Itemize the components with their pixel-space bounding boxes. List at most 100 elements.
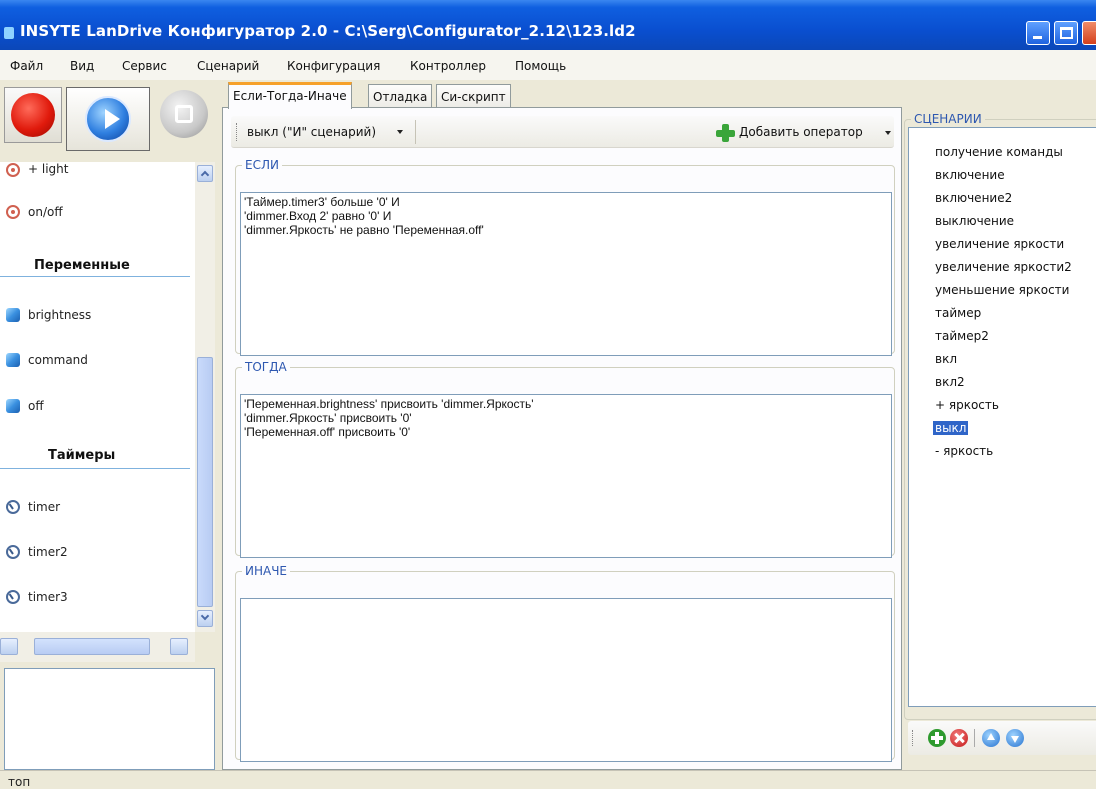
variable-item-brightness[interactable]: brightness xyxy=(28,308,91,322)
then-section: ТОГДА 'Переменная.brightness' присвоить … xyxy=(235,360,895,558)
menu-configuration[interactable]: Конфигурация xyxy=(287,59,380,73)
device-item-onoff[interactable]: on/off xyxy=(28,205,63,219)
scroll-down-button[interactable] xyxy=(197,610,213,627)
scenario-toolbar xyxy=(908,721,1096,755)
plus-icon xyxy=(715,124,735,142)
rule-editor: выкл ("И" сценарий) Добавить оператор ЕС… xyxy=(222,107,902,770)
menu-service[interactable]: Сервис xyxy=(122,59,167,73)
antenna-icon xyxy=(6,163,20,177)
scenario-item[interactable]: увеличение яркости2 xyxy=(909,257,1096,276)
if-condition-line[interactable]: 'dimmer.Вход 2' равно '0' И xyxy=(244,209,888,223)
variables-header: Переменные xyxy=(34,258,130,273)
menu-bar: Файл Вид Сервис Сценарий Конфигурация Ко… xyxy=(0,50,1096,80)
antenna-icon xyxy=(6,205,20,219)
stop-button[interactable] xyxy=(160,90,208,138)
timer-item-timer[interactable]: timer xyxy=(28,500,60,514)
scenario-item[interactable]: таймер xyxy=(909,303,1096,322)
device-item-light[interactable]: + light xyxy=(28,162,68,176)
scenario-item[interactable]: выключение xyxy=(909,211,1096,230)
timer-item-timer2[interactable]: timer2 xyxy=(28,545,68,559)
app-logo-icon xyxy=(4,27,14,39)
timer-icon xyxy=(6,500,20,514)
then-action-line[interactable]: 'Переменная.off' присвоить '0' xyxy=(244,425,888,439)
scenario-mode-dropdown[interactable]: выкл ("И" сценарий) xyxy=(247,125,376,139)
scenario-item[interactable]: + яркость xyxy=(909,395,1096,414)
toolbar-grip xyxy=(912,730,914,746)
variable-item-off[interactable]: off xyxy=(28,399,44,413)
window-title: INSYTE LanDrive Конфигуратор 2.0 - C:\Se… xyxy=(20,22,636,40)
variable-icon xyxy=(6,308,20,322)
then-actions-box[interactable]: 'Переменная.brightness' присвоить 'dimme… xyxy=(240,394,892,558)
variable-item-command[interactable]: command xyxy=(28,353,88,367)
delete-scenario-icon[interactable] xyxy=(950,729,968,747)
title-bar: INSYTE LanDrive Конфигуратор 2.0 - C:\Se… xyxy=(0,0,1096,50)
else-section: ИНАЧЕ xyxy=(235,564,895,762)
tab-c-script[interactable]: Си-скрипт xyxy=(436,84,511,108)
chevron-down-icon xyxy=(200,611,210,621)
maximize-button[interactable] xyxy=(1054,21,1078,45)
scenario-item[interactable]: включение xyxy=(909,165,1096,184)
play-button[interactable] xyxy=(66,87,150,151)
toolbar-separator xyxy=(415,120,416,144)
if-condition-line[interactable]: 'dimmer.Яркость' не равно 'Переменная.of… xyxy=(244,223,888,237)
status-bar: топ xyxy=(0,770,1096,789)
scroll-thumb[interactable] xyxy=(197,357,213,607)
scenarios-panel: СЦЕНАРИИ получение команды включение вкл… xyxy=(902,107,1096,770)
scroll-up-button[interactable] xyxy=(197,165,213,182)
scroll-right-button[interactable] xyxy=(170,638,188,655)
scenario-item[interactable]: - яркость xyxy=(909,441,1096,460)
scroll-thumb[interactable] xyxy=(34,638,150,655)
scenario-item[interactable]: увеличение яркости xyxy=(909,234,1096,253)
if-conditions-box[interactable]: 'Таймер.timer3' больше '0' И 'dimmer.Вхо… xyxy=(240,192,892,356)
if-section-title: ЕСЛИ xyxy=(245,158,279,172)
timers-header: Таймеры xyxy=(48,448,116,463)
timer-item-timer3[interactable]: timer3 xyxy=(28,590,68,604)
then-action-line[interactable]: 'dimmer.Яркость' присвоить '0' xyxy=(244,411,888,425)
scenario-item[interactable]: вкл xyxy=(909,349,1096,368)
tree-vertical-scrollbar[interactable] xyxy=(195,162,215,632)
run-toolbar xyxy=(0,80,215,162)
menu-controller[interactable]: Контроллер xyxy=(410,59,486,73)
scenario-item-selected[interactable]: выкл xyxy=(909,418,1096,437)
rule-toolbar: выкл ("И" сценарий) Добавить оператор xyxy=(231,116,894,148)
then-action-line[interactable]: 'Переменная.brightness' присвоить 'dimme… xyxy=(244,397,888,411)
menu-view[interactable]: Вид xyxy=(70,59,94,73)
toolbar-separator xyxy=(974,729,975,747)
move-up-icon[interactable] xyxy=(982,729,1000,747)
scenario-item[interactable]: таймер2 xyxy=(909,326,1096,345)
tab-if-then-else[interactable]: Если-Тогда-Иначе xyxy=(228,82,352,109)
timer-icon xyxy=(6,545,20,559)
menu-scenario[interactable]: Сценарий xyxy=(197,59,259,73)
status-text: топ xyxy=(8,775,31,789)
scenario-item[interactable]: получение команды xyxy=(909,142,1096,161)
add-operator-label: Добавить оператор xyxy=(739,125,863,139)
if-section: ЕСЛИ 'Таймер.timer3' больше '0' И 'dimme… xyxy=(235,158,895,356)
minimize-button[interactable] xyxy=(1026,21,1050,45)
chevron-up-icon xyxy=(200,170,210,180)
add-scenario-icon[interactable] xyxy=(928,729,946,747)
maximize-icon xyxy=(1060,27,1073,39)
toolbar-grip xyxy=(236,123,238,141)
object-tree: + light on/off Переменные brightness com… xyxy=(0,162,195,632)
if-condition-line[interactable]: 'Таймер.timer3' больше '0' И xyxy=(244,195,888,209)
tree-horizontal-scrollbar[interactable] xyxy=(0,632,195,662)
variable-icon xyxy=(6,399,20,413)
scroll-left-button[interactable] xyxy=(0,638,18,655)
record-icon xyxy=(11,93,55,137)
record-button[interactable] xyxy=(4,87,62,143)
menu-help[interactable]: Помощь xyxy=(515,59,566,73)
menu-file[interactable]: Файл xyxy=(10,59,43,73)
chevron-down-icon xyxy=(885,131,891,135)
stop-icon xyxy=(175,105,193,123)
move-down-icon[interactable] xyxy=(1006,729,1024,747)
scenario-item[interactable]: включение2 xyxy=(909,188,1096,207)
scenario-item[interactable]: уменьшение яркости xyxy=(909,280,1096,299)
minimize-icon xyxy=(1033,36,1042,39)
scenario-list: получение команды включение включение2 в… xyxy=(908,127,1096,707)
group-divider xyxy=(0,276,190,277)
tab-debug[interactable]: Отладка xyxy=(368,84,433,108)
scenarios-title: СЦЕНАРИИ xyxy=(914,112,982,126)
close-button[interactable] xyxy=(1082,21,1096,45)
else-actions-box[interactable] xyxy=(240,598,892,762)
scenario-item[interactable]: вкл2 xyxy=(909,372,1096,391)
